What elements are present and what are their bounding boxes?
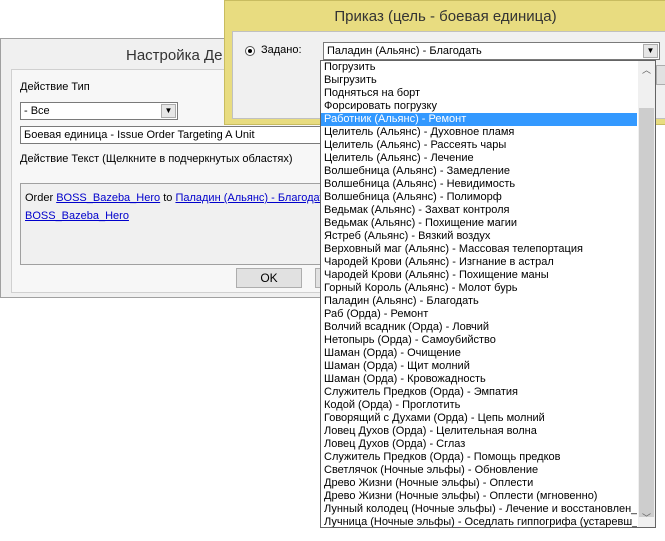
dropdown-option[interactable]: Подняться на борт — [321, 87, 637, 100]
preset-radio[interactable] — [245, 46, 255, 56]
dropdown-option[interactable]: Волшебница (Альянс) - Замедление — [321, 165, 637, 178]
dropdown-option[interactable]: Целитель (Альянс) - Рассеять чары — [321, 139, 637, 152]
order-dropdown-list[interactable]: Погрузить Выгрузить Подняться на борт Форси… — [320, 60, 656, 528]
dropdown-option[interactable]: Шаман (Орда) - Щит молний — [321, 360, 637, 373]
dropdown-option[interactable]: Выгрузить — [321, 74, 637, 87]
dropdown-option[interactable]: Светлячок (Ночные эльфы) - Обновление — [321, 464, 637, 477]
text-to: to — [163, 192, 173, 204]
dropdown-option[interactable]: Ловец Духов (Орда) - Сглаз — [321, 438, 637, 451]
unit-link[interactable]: BOSS_Bazeba_Hero — [56, 192, 160, 204]
dropdown-option[interactable]: Волшебница (Альянс) - Невидимость — [321, 178, 637, 191]
dropdown-option[interactable]: Служитель Предков (Орда) - Помощь предко… — [321, 451, 637, 464]
dropdown-option[interactable]: Работник (Альянс) - Ремонт — [321, 113, 637, 126]
text-order: Order — [25, 192, 54, 204]
dropdown-option[interactable]: Лунный колодец (Ночные эльфы) - Лечение … — [321, 503, 637, 516]
dropdown-option[interactable]: Волчий всадник (Орда) - Ловчий — [321, 321, 637, 334]
dropdown-option[interactable]: Чародей Крови (Альянс) - Похищение маны — [321, 269, 637, 282]
dropdown-option[interactable]: Верховный маг (Альянс) - Массовая телепо… — [321, 243, 637, 256]
dropdown-option[interactable]: Чародей Крови (Альянс) - Изгнание в астр… — [321, 256, 637, 269]
dropdown-option[interactable]: Целитель (Альянс) - Лечение — [321, 152, 637, 165]
scrollbar[interactable]: ︿ ﹀ — [638, 61, 655, 527]
dropdown-option[interactable]: Форсировать погрузку — [321, 100, 637, 113]
dropdown-option[interactable]: Погрузить — [321, 61, 637, 74]
dropdown-option[interactable]: Горный Король (Альянс) - Молот бурь — [321, 282, 637, 295]
dropdown-option[interactable]: Ведьмак (Альянс) - Захват контроля — [321, 204, 637, 217]
dropdown-option[interactable]: Древо Жизни (Ночные эльфы) - Оплести (мг… — [321, 490, 637, 503]
target-link[interactable]: BOSS_Bazeba_Hero — [25, 210, 129, 222]
ok-button[interactable]: OK — [236, 268, 302, 288]
dialog-title: Приказ (цель - боевая единица) — [334, 8, 557, 25]
dropdown-option[interactable]: Раб (Орда) - Ремонт — [321, 308, 637, 321]
scroll-up-icon[interactable]: ︿ — [638, 63, 655, 77]
hidden-button[interactable] — [656, 65, 665, 85]
action-type-value: - Все — [24, 105, 50, 117]
action-type-label: Действие Тип — [20, 81, 90, 93]
dropdown-option[interactable]: Служитель Предков (Орда) - Эмпатия — [321, 386, 637, 399]
dropdown-option[interactable]: Древо Жизни (Ночные эльфы) - Оплести — [321, 477, 637, 490]
chevron-down-icon[interactable]: ▼ — [643, 44, 658, 58]
action-text-label: Действие Текст (Щелкните в подчеркнутых … — [20, 153, 293, 165]
chevron-down-icon[interactable]: ▼ — [161, 104, 176, 118]
order-select[interactable]: Паладин (Альянс) - Благодать ▼ — [323, 42, 660, 60]
action-type-select[interactable]: - Все ▼ — [20, 102, 178, 120]
action-select[interactable]: Боевая единица - Issue Order Targeting A… — [20, 126, 350, 144]
preset-label: Задано: — [261, 44, 302, 56]
dropdown-option[interactable]: Паладин (Альянс) - Благодать — [321, 295, 637, 308]
dialog-title: Настройка Де — [126, 47, 223, 64]
dropdown-option[interactable]: Шаман (Орда) - Очищение — [321, 347, 637, 360]
dropdown-option[interactable]: Шаман (Орда) - Кровожадность — [321, 373, 637, 386]
action-value: Боевая единица - Issue Order Targeting A… — [24, 129, 255, 141]
scroll-down-icon[interactable]: ﹀ — [638, 511, 655, 525]
action-text-box: Order BOSS_Bazeba_Hero to Паладин (Альян… — [20, 183, 350, 265]
dropdown-option[interactable]: Ведьмак (Альянс) - Похищение магии — [321, 217, 637, 230]
dropdown-option[interactable]: Нетопырь (Орда) - Самоубийство — [321, 334, 637, 347]
dropdown-option[interactable]: Лучница (Ночные эльфы) - Оседлать гиппог… — [321, 516, 637, 527]
dropdown-option[interactable]: Говорящий с Духами (Орда) - Цепь молний — [321, 412, 637, 425]
order-link[interactable]: Паладин (Альянс) - Благодать — [175, 192, 330, 204]
dropdown-option[interactable]: Кодой (Орда) - Проглотить — [321, 399, 637, 412]
order-select-value: Паладин (Альянс) - Благодать — [327, 45, 482, 57]
dropdown-option[interactable]: Волшебница (Альянс) - Полиморф — [321, 191, 637, 204]
dropdown-option[interactable]: Ястреб (Альянс) - Вязкий воздух — [321, 230, 637, 243]
scrollbar-thumb[interactable] — [639, 108, 654, 517]
dropdown-option[interactable]: Целитель (Альянс) - Духовное пламя — [321, 126, 637, 139]
dropdown-option[interactable]: Ловец Духов (Орда) - Целительная волна — [321, 425, 637, 438]
